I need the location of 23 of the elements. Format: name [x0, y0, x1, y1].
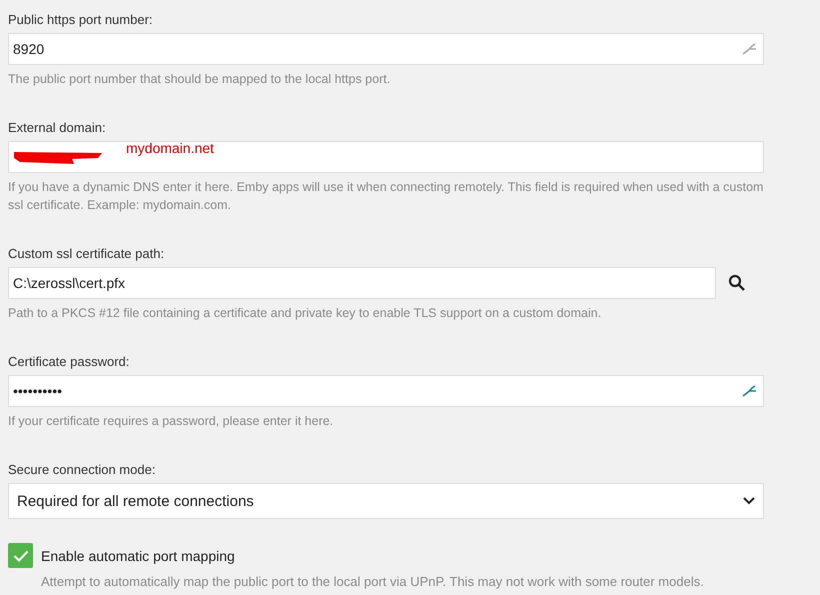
search-icon[interactable]	[728, 274, 746, 292]
help-text: The public port number that should be mapped to the local https port.	[8, 71, 392, 88]
help-text: Path to a PKCS #12 file containing a certificate and private key to enable TLS support on a custom domain.	[8, 305, 602, 322]
password-key-icon[interactable]	[742, 42, 758, 56]
dropdown-select[interactable]: Required for all remote connections	[8, 483, 764, 519]
field-label: Certificate password:	[8, 354, 130, 370]
chevron-down-icon	[743, 497, 755, 505]
help-text: If your certificate requires a password, please enter it here.	[8, 413, 334, 430]
help-text: If you have a dynamic DNS enter it here. Emby apps will use it when connecting remotely. This field is required when used with a custom ssl certificate. Example: mydomain.com.	[8, 179, 764, 214]
input-field[interactable]: C:\zerossl\cert.pfx	[8, 267, 716, 299]
checkmark-icon	[12, 550, 28, 562]
help-text: Attempt to automatically map the public port to the local port via UPnP. This may not work with some router models.	[41, 574, 705, 589]
field-label: External domain:	[8, 120, 107, 136]
field-label: Public https port number:	[8, 12, 154, 28]
annotation-text: mydomain.net	[126, 140, 214, 156]
field-label: Custom ssl certificate path:	[8, 246, 166, 262]
input-field[interactable]	[8, 141, 764, 173]
password-key-icon[interactable]	[742, 384, 758, 398]
field-label: Secure connection mode:	[8, 462, 156, 478]
checkbox[interactable]	[8, 543, 33, 568]
input-field[interactable]: ••••••••••	[8, 375, 764, 407]
checkbox-label: Enable automatic port mapping	[41, 548, 235, 564]
input-field[interactable]: 8920	[8, 33, 764, 65]
